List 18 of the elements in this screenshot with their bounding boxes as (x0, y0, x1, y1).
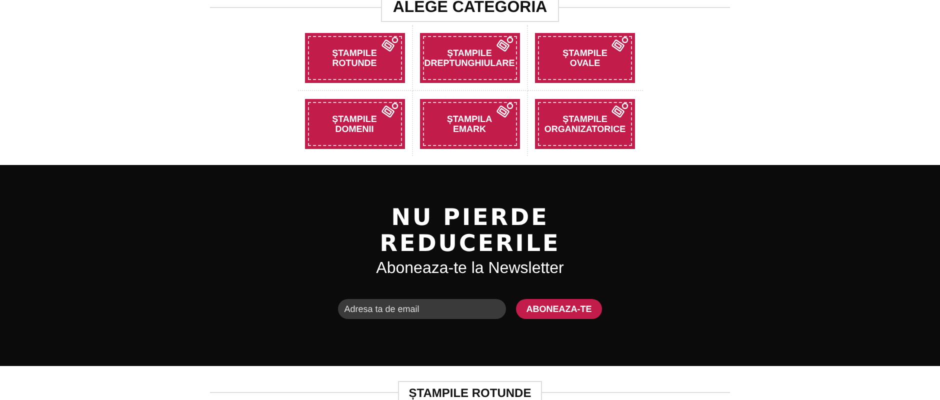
section-heading: ȘTAMPILE ROTUNDE (398, 381, 542, 400)
category-tile[interactable]: ȘTAMPILE DREPTUNGHIULARE (420, 32, 520, 82)
category-tile[interactable]: ȘTAMPILE OVALE (535, 32, 635, 82)
stamp-icon (380, 102, 398, 120)
stamp-icon (496, 36, 514, 54)
stamp-icon (496, 102, 514, 120)
stamp-icon (611, 102, 629, 120)
email-field[interactable]: Adresa ta de email (338, 299, 506, 319)
category-tile[interactable]: ȘTAMPILE DOMENII (304, 98, 404, 148)
category-tile[interactable]: ȘTAMPILA EMARK (420, 98, 520, 148)
newsletter-subtitle: Aboneaza-te la Newsletter (376, 260, 564, 278)
stamp-icon (611, 36, 629, 54)
newsletter-title: NU PIERDE REDUCERILE (380, 205, 560, 257)
category-tile[interactable]: ȘTAMPILE ROTUNDE (304, 32, 404, 82)
stamp-icon (380, 36, 398, 54)
category-tile[interactable]: ȘTAMPILE ORGANIZATORICE (535, 98, 635, 148)
section-heading: ALEGE CATEGORIA (380, 0, 560, 22)
subscribe-button[interactable]: ABONEAZA-TE (516, 299, 602, 319)
